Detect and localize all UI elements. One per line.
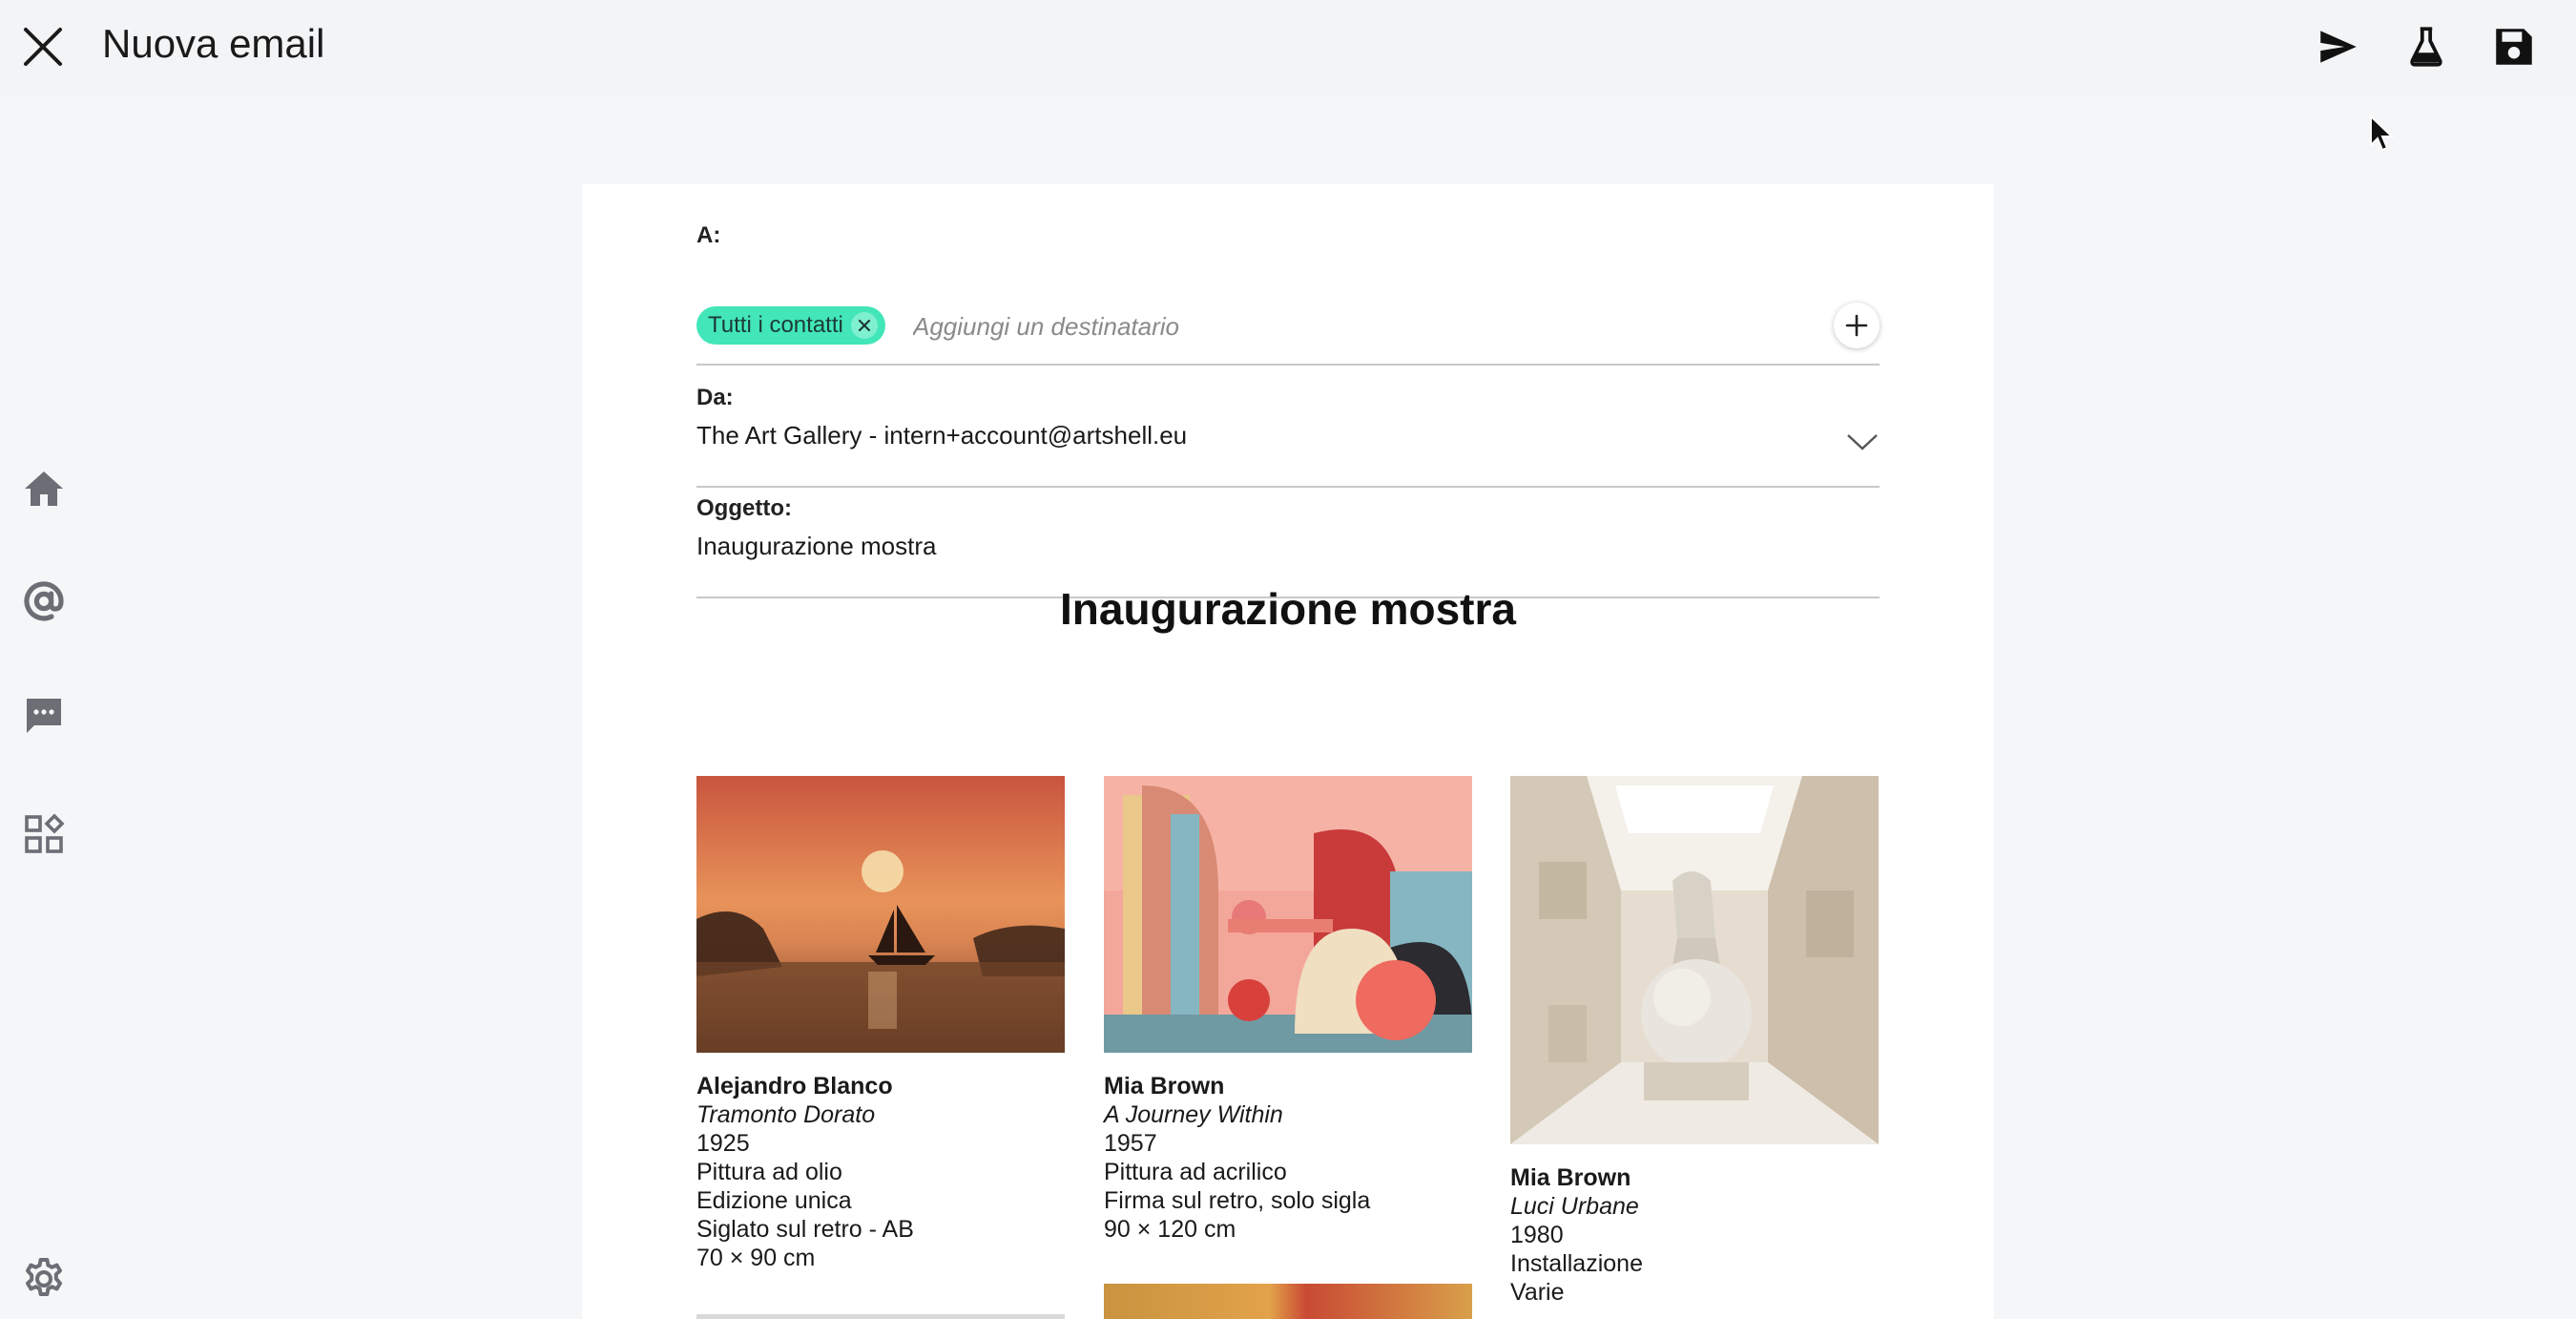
- artwork-image-sunset: [696, 776, 1065, 1053]
- artwork-image-partial: [696, 1314, 1065, 1319]
- artwork-year: 1925: [696, 1130, 750, 1157]
- home-icon[interactable]: [21, 466, 67, 512]
- artwork-medium: Installazione: [1510, 1250, 1643, 1277]
- artwork-edition: Edizione unica: [696, 1187, 852, 1214]
- flask-icon[interactable]: [2402, 23, 2450, 71]
- add-recipient-button[interactable]: [1834, 303, 1880, 348]
- top-bar: Nuova email: [0, 0, 2576, 95]
- artwork-medium: Pittura ad olio: [696, 1159, 842, 1185]
- at-icon[interactable]: [21, 578, 67, 624]
- email-heading: Inaugurazione mostra: [1060, 584, 1516, 634]
- settings-icon[interactable]: [21, 1256, 67, 1302]
- artwork-signature: Siglato sul retro - AB: [696, 1216, 914, 1243]
- save-icon[interactable]: [2490, 23, 2538, 71]
- artwork-card: Mia Brown A Journey Within 1957 Pittura …: [1104, 776, 1472, 1244]
- close-icon[interactable]: [21, 25, 65, 69]
- artwork-year: 1957: [1104, 1130, 1157, 1157]
- artwork-image-abstract: [1104, 776, 1472, 1053]
- mouse-cursor-icon: [2368, 114, 2397, 153]
- to-label: A:: [696, 222, 721, 248]
- artwork-medium: Pittura ad acrilico: [1104, 1159, 1287, 1185]
- artwork-size: 70 × 90 cm: [696, 1245, 816, 1271]
- artwork-card: Alejandro Blanco Tramonto Dorato 1925 Pi…: [696, 776, 1065, 1272]
- widgets-icon[interactable]: [21, 811, 67, 857]
- artwork-title: Luci Urbane: [1510, 1193, 1639, 1220]
- subject-value[interactable]: Inaugurazione mostra: [696, 532, 1880, 561]
- artwork-title: Tramonto Dorato: [696, 1101, 876, 1128]
- chat-icon[interactable]: [21, 693, 67, 739]
- artwork-image-partial: [1104, 1284, 1472, 1319]
- artwork-title: A Journey Within: [1104, 1101, 1283, 1128]
- recipient-chip[interactable]: Tutti i contatti: [696, 306, 885, 345]
- artwork-year: 1980: [1510, 1222, 1564, 1248]
- send-icon[interactable]: [2315, 23, 2362, 71]
- artwork-artist: Mia Brown: [1104, 1073, 1225, 1099]
- artwork-signature: Firma sul retro, solo sigla: [1104, 1187, 1371, 1214]
- artwork-artist: Mia Brown: [1510, 1164, 1631, 1191]
- page-title: Nuova email: [102, 21, 325, 66]
- from-value: The Art Gallery - intern+account@artshel…: [696, 421, 1188, 450]
- artwork-image-sculpture: [1510, 776, 1879, 1144]
- recipient-input[interactable]: [911, 306, 1774, 346]
- artwork-card: Mia Brown Luci Urbane 1980 Installazione…: [1510, 776, 1879, 1307]
- artwork-size: 90 × 120 cm: [1104, 1216, 1236, 1243]
- artwork-artist: Alejandro Blanco: [696, 1073, 893, 1099]
- from-field[interactable]: Da: The Art Gallery - intern+account@art…: [696, 385, 1880, 488]
- subject-label: Oggetto:: [696, 495, 792, 521]
- to-field: A: Tutti i contatti: [696, 222, 1880, 366]
- remove-chip-icon[interactable]: [849, 310, 880, 341]
- artwork-size: Varie: [1510, 1279, 1565, 1306]
- email-composer-card: A: Tutti i contatti Da: The Art Gallery …: [582, 184, 1994, 1319]
- chevron-down-icon[interactable]: [1845, 430, 1880, 453]
- from-label: Da:: [696, 385, 734, 410]
- recipient-chip-label: Tutti i contatti: [708, 312, 843, 338]
